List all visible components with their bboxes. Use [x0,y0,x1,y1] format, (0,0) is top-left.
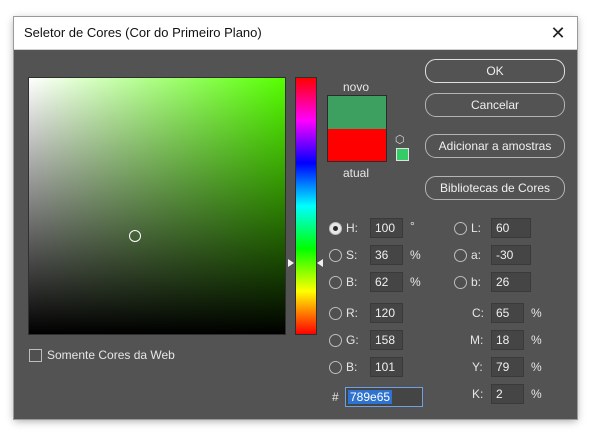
hue-input[interactable]: 100 [370,218,403,238]
magenta-label: M: [470,333,484,347]
cyan-label: C: [472,306,484,320]
hue-radio[interactable] [329,222,342,235]
yellow-unit: % [531,360,542,374]
color-field[interactable] [28,77,286,335]
hex-label: # [332,390,339,404]
lab-b-radio[interactable] [454,276,467,289]
brightness-label: B: [346,275,358,289]
hex-input[interactable]: 789e65 [345,387,423,407]
green-label: G: [346,333,359,347]
lab-l-radio[interactable] [454,222,467,235]
brightness-unit: % [410,275,421,289]
blue-label: B: [346,360,358,374]
new-color-label: novo [343,80,370,94]
black-input[interactable]: 2 [491,384,524,404]
red-radio[interactable] [329,307,342,320]
web-colors-only-checkbox[interactable] [29,349,42,362]
color-libraries-button[interactable]: Bibliotecas de Cores [425,176,565,200]
web-colors-only-label: Somente Cores da Web [47,348,175,362]
hue-label: H: [346,221,358,235]
brightness-input[interactable]: 62 [370,272,403,292]
black-label: K: [472,387,484,401]
color-picker-dialog: Seletor de Cores (Cor do Primeiro Plano)… [14,17,577,419]
add-to-swatches-button[interactable]: Adicionar a amostras [425,134,565,158]
yellow-label: Y: [472,360,483,374]
blue-radio[interactable] [329,361,342,374]
ok-button[interactable]: OK [425,59,565,83]
current-color-label: atual [343,166,370,180]
black-unit: % [531,387,542,401]
red-label: R: [346,306,358,320]
magenta-unit: % [531,333,542,347]
saturation-label: S: [346,248,358,262]
red-input[interactable]: 120 [370,303,403,323]
magenta-input[interactable]: 18 [491,330,524,350]
title-bar: Seletor de Cores (Cor do Primeiro Plano)… [14,17,577,50]
saturation-input[interactable]: 36 [370,245,403,265]
close-icon[interactable]: ✕ [547,22,569,44]
cube-icon[interactable]: ⬡ [395,134,407,146]
brightness-radio[interactable] [329,276,342,289]
window-title: Seletor de Cores (Cor do Primeiro Plano) [24,25,262,40]
new-color-swatch [327,95,387,129]
blue-input[interactable]: 101 [370,357,403,377]
yellow-input[interactable]: 79 [491,357,524,377]
cyan-unit: % [531,306,542,320]
lab-b-input[interactable]: 26 [491,272,531,292]
cancel-button[interactable]: Cancelar [425,93,565,117]
lab-a-label: a: [471,248,482,262]
lab-a-input[interactable]: -30 [491,245,531,265]
hue-slider-right-arrow-icon[interactable] [317,259,323,267]
lab-l-label: L: [471,221,482,235]
web-safe-swatch[interactable] [396,148,409,161]
saturation-unit: % [410,248,421,262]
hex-value: 789e65 [348,390,393,404]
lab-l-input[interactable]: 60 [491,218,531,238]
current-color-swatch[interactable] [327,129,387,162]
hue-unit: ° [410,219,415,233]
lab-a-radio[interactable] [454,249,467,262]
hue-slider[interactable] [295,77,317,335]
green-input[interactable]: 158 [370,330,403,350]
saturation-radio[interactable] [329,249,342,262]
green-radio[interactable] [329,334,342,347]
lab-b-label: b: [471,275,482,289]
hue-slider-left-arrow-icon[interactable] [288,259,294,267]
color-field-cursor[interactable] [129,230,141,242]
cyan-input[interactable]: 65 [491,303,524,323]
